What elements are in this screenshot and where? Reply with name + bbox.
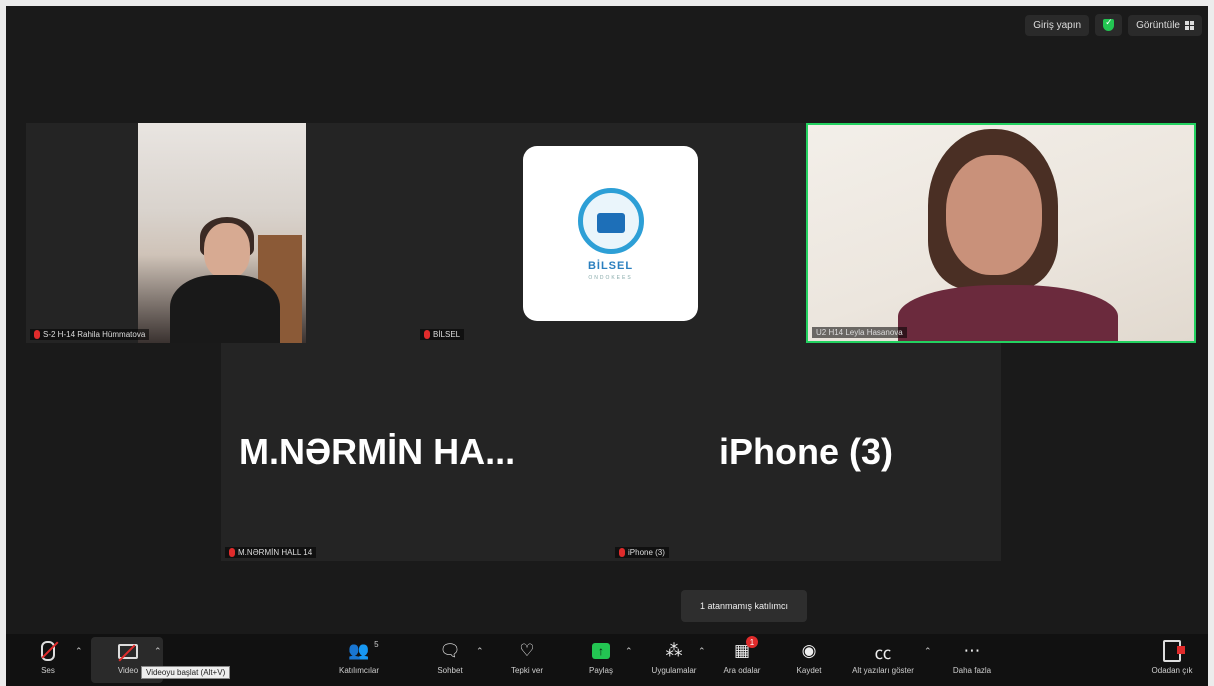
participant-name-tag: U2 H14 Leyla Hasanova [812, 327, 907, 338]
participant-tile[interactable]: M.NƏRMİN HA... M.NƏRMİN HALL 14 [221, 343, 611, 561]
share-screen-icon: ↑ [592, 643, 610, 659]
participants-label: Katılımcılar [338, 666, 379, 675]
apps-label: Uygulamalar [651, 666, 697, 675]
video-tooltip: Videoyu başlat (Alt+V) [141, 666, 231, 679]
logo-title: BİLSEL [587, 260, 634, 272]
participants-icon: 👥 [348, 641, 370, 660]
window-frame-top [0, 0, 1214, 6]
window-frame-left [0, 0, 6, 686]
more-label: Daha fazla [952, 666, 992, 675]
microphone-muted-icon [41, 641, 59, 661]
mic-muted-icon [424, 330, 430, 339]
participant-tile[interactable]: iPhone (3) iPhone (3) [611, 343, 1001, 561]
sign-in-button[interactable]: Giriş yapın [1025, 14, 1090, 36]
grid-view-icon [1185, 20, 1194, 30]
breakout-label: Ara odalar [723, 666, 761, 675]
more-button[interactable]: ⋯ Daha fazla [937, 638, 1007, 675]
participants-count: 5 [374, 640, 379, 649]
security-shield[interactable] [1095, 14, 1123, 36]
captions-icon: ㏄ [874, 643, 892, 663]
participant-name: M.NƏRMİN HALL 14 [238, 548, 313, 557]
window-frame-right [1208, 0, 1214, 686]
captions-options-caret-icon[interactable]: ⌃ [924, 646, 932, 657]
participant-name: BİLSEL [433, 330, 461, 339]
participant-name: S-2 H-14 Rahila Hümmatova [43, 330, 146, 339]
participants-button[interactable]: 👥 5 Katılımcılar [324, 638, 394, 675]
bilsel-logo-icon [578, 188, 644, 254]
active-speaker-tile[interactable]: U2 H14 Leyla Hasanova [806, 123, 1196, 343]
video-label: Video [117, 666, 139, 675]
mic-muted-icon [229, 548, 235, 557]
logo-subtitle: ONDOKEES [588, 275, 633, 281]
participant-name-tag: S-2 H-14 Rahila Hümmatova [30, 329, 150, 340]
top-controls: Giriş yapın Görüntüle [1025, 14, 1202, 36]
chat-button[interactable]: 🗨 Sohbet [415, 638, 485, 675]
view-button[interactable]: Görüntüle [1128, 14, 1202, 36]
reactions-label: Tepki ver [510, 666, 543, 675]
unassigned-participants-tooltip: 1 atanmamış katılımcı [681, 590, 807, 622]
participant-display-name: M.NƏRMİN HA... [239, 431, 516, 472]
leave-label: Odadan çık [1151, 666, 1193, 675]
captions-label: Alt yazıları göster [852, 666, 914, 675]
profile-logo: BİLSEL ONDOKEES [523, 146, 698, 321]
participant-name-tag: BİLSEL [420, 329, 465, 340]
participant-name-tag: M.NƏRMİN HALL 14 [225, 547, 317, 558]
shield-icon [1103, 17, 1115, 31]
breakout-rooms-button[interactable]: ▦ 1 Ara odalar [707, 636, 777, 675]
heart-icon: ♡ [519, 641, 535, 660]
leave-icon [1163, 640, 1185, 662]
audio-label: Ses [41, 666, 55, 675]
participant-name: U2 H14 Leyla Hasanova [816, 328, 903, 337]
captions-button[interactable]: ㏄ Alt yazıları göster [848, 638, 918, 676]
share-options-caret-icon[interactable]: ⌃ [625, 646, 633, 657]
participant-tile[interactable]: BİLSEL ONDOKEES BİLSEL [306, 123, 806, 343]
meeting-toolbar: Ses ⌃ Video ⌃ Videoyu başlat (Alt+V) 👥 5 … [6, 634, 1208, 686]
participant-display-name: iPhone (3) [718, 431, 893, 472]
chat-options-caret-icon[interactable]: ⌃ [476, 646, 484, 657]
participant-tile[interactable]: S-2 H-14 Rahila Hümmatova [26, 123, 306, 343]
audio-button[interactable]: Ses [13, 638, 83, 675]
view-label: Görüntüle [1136, 19, 1180, 31]
mic-muted-icon [619, 548, 625, 557]
chat-label: Sohbet [437, 666, 463, 675]
apps-options-caret-icon[interactable]: ⌃ [698, 646, 706, 657]
sign-in-label: Giriş yapın [1033, 19, 1082, 31]
participant-name: iPhone (3) [628, 548, 665, 557]
apps-icon: ⁂ [665, 641, 683, 660]
record-icon: ◉ [801, 641, 817, 660]
leave-button[interactable]: Odadan çık [1137, 638, 1207, 675]
reactions-button[interactable]: ♡ Tepki ver [492, 638, 562, 675]
more-icon: ⋯ [963, 641, 981, 660]
participant-name-tag: iPhone (3) [615, 547, 669, 558]
audio-options-caret-icon[interactable]: ⌃ [75, 646, 83, 657]
chat-icon: 🗨 [439, 641, 461, 660]
breakout-badge: 1 [746, 636, 759, 648]
camera-off-icon [118, 643, 138, 661]
video-options-caret-icon[interactable]: ⌃ [154, 646, 162, 657]
mic-muted-icon [34, 330, 40, 339]
record-button[interactable]: ◉ Kaydet [774, 638, 844, 675]
record-label: Kaydet [796, 666, 822, 675]
share-label: Paylaş [588, 666, 613, 675]
